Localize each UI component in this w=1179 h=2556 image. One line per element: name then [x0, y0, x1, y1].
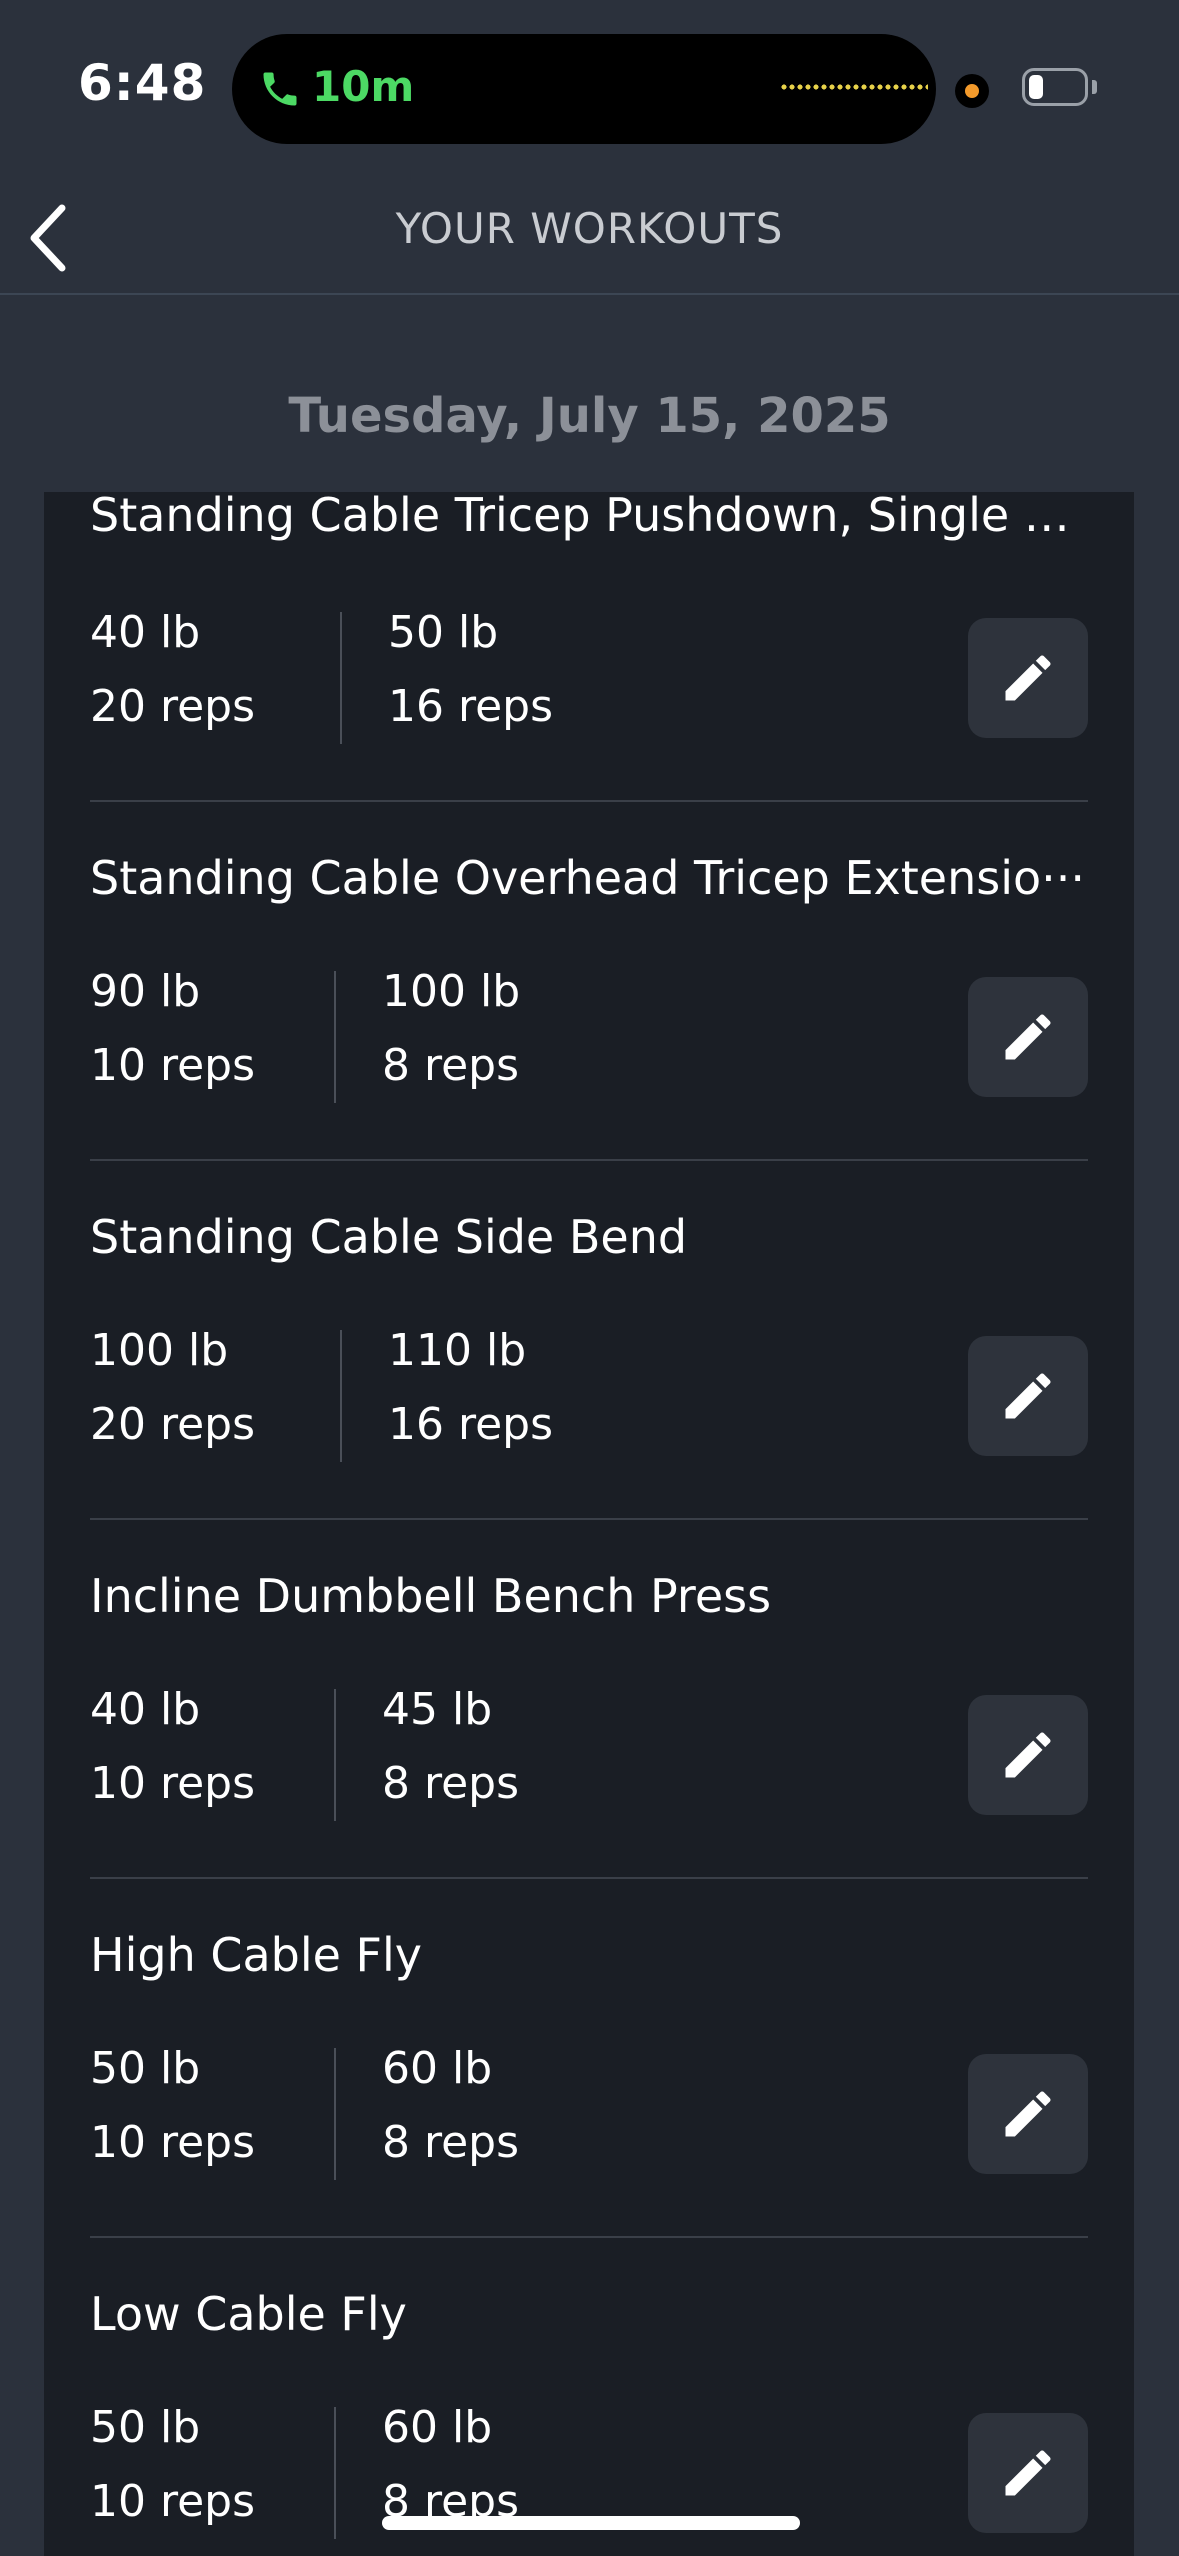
edit-button[interactable] — [968, 1695, 1088, 1815]
set-2: 50 lb 16 reps — [388, 596, 553, 744]
exercise-name: Standing Cable Overhead Tricep Extensio·… — [90, 851, 1086, 905]
set-weight: 50 lb — [90, 2402, 201, 2453]
row-divider — [90, 1518, 1088, 1520]
exercise-name: Standing Cable Tricep Pushdown, Single A… — [90, 492, 1088, 542]
camera-indicator-icon — [955, 74, 989, 108]
set-2: 100 lb 8 reps — [382, 955, 520, 1103]
set-1: 40 lb 20 reps — [90, 596, 255, 744]
set-weight: 100 lb — [382, 966, 521, 1017]
row-divider — [90, 2236, 1088, 2238]
set-divider — [334, 2048, 336, 2180]
pencil-icon — [1005, 2091, 1051, 2137]
set-reps: 10 reps — [90, 2117, 256, 2168]
exercise-name: High Cable Fly — [90, 1928, 423, 1982]
edit-button[interactable] — [968, 2054, 1088, 2174]
set-divider — [334, 1689, 336, 1821]
edit-button[interactable] — [968, 2413, 1088, 2533]
pencil-icon — [1005, 2450, 1051, 2496]
set-weight: 40 lb — [90, 607, 201, 658]
set-1: 50 lb 10 reps — [90, 2032, 255, 2180]
set-reps: 10 reps — [90, 2476, 256, 2527]
exercise-item: Incline Dumbbell Bench Press 40 lb 10 re… — [90, 1569, 1088, 1928]
status-time: 6:48 — [78, 54, 207, 112]
set-weight: 50 lb — [388, 607, 499, 658]
set-reps: 8 reps — [382, 2117, 520, 2168]
set-1: 100 lb 20 reps — [90, 1314, 255, 1462]
pencil-icon — [1005, 1014, 1051, 1060]
battery-level — [1029, 75, 1043, 99]
phone-icon — [263, 72, 297, 106]
exercise-name: Incline Dumbbell Bench Press — [90, 1569, 772, 1623]
set-weight: 50 lb — [90, 2043, 201, 2094]
audio-waveform — [780, 84, 928, 90]
date-heading: Tuesday, July 15, 2025 — [288, 388, 891, 444]
set-1: 40 lb 10 reps — [90, 1673, 255, 1821]
exercise-name: Standing Cable Side Bend — [90, 1210, 688, 1264]
pencil-icon — [1005, 1732, 1051, 1778]
pencil-icon — [1005, 655, 1051, 701]
set-1: 90 lb 10 reps — [90, 955, 255, 1103]
set-weight: 60 lb — [382, 2043, 493, 2094]
edit-button[interactable] — [968, 1336, 1088, 1456]
row-divider — [90, 1159, 1088, 1161]
set-weight: 100 lb — [90, 1325, 229, 1376]
set-reps: 8 reps — [382, 1758, 520, 1809]
set-reps: 10 reps — [90, 1758, 256, 1809]
status-bar: 6:48 10m — [0, 0, 1179, 180]
row-divider — [90, 1877, 1088, 1879]
call-duration: 10m — [312, 62, 415, 111]
set-weight: 45 lb — [382, 1684, 493, 1735]
set-weight: 90 lb — [90, 966, 201, 1017]
set-weight: 110 lb — [388, 1325, 527, 1376]
set-divider — [340, 1330, 342, 1462]
set-reps: 20 reps — [90, 681, 256, 732]
set-divider — [334, 971, 336, 1103]
home-indicator[interactable] — [382, 2516, 800, 2530]
workout-list[interactable]: Standing Cable Tricep Pushdown, Single A… — [44, 492, 1134, 2556]
set-weight: 60 lb — [382, 2402, 493, 2453]
set-reps: 20 reps — [90, 1399, 256, 1450]
set-reps: 8 reps — [382, 1040, 520, 1091]
exercise-item: Standing Cable Side Bend 100 lb 20 reps … — [90, 1210, 1088, 1569]
exercise-item: Standing Cable Overhead Tricep Extensio·… — [90, 851, 1088, 1210]
edit-button[interactable] — [968, 618, 1088, 738]
set-weight: 40 lb — [90, 1684, 201, 1735]
exercise-item: High Cable Fly 50 lb 10 reps 60 lb 8 rep… — [90, 1928, 1088, 2287]
set-2: 60 lb 8 reps — [382, 2032, 519, 2180]
edit-button[interactable] — [968, 977, 1088, 1097]
set-divider — [340, 612, 342, 744]
dynamic-island-call[interactable]: 10m — [232, 34, 936, 144]
row-divider — [90, 800, 1088, 802]
set-1: 50 lb 10 reps — [90, 2391, 255, 2539]
set-reps: 10 reps — [90, 1040, 256, 1091]
set-2: 110 lb 16 reps — [388, 1314, 553, 1462]
exercise-name: Low Cable Fly — [90, 2287, 407, 2341]
header-divider — [0, 293, 1179, 295]
exercise-item: Standing Cable Tricep Pushdown, Single A… — [90, 492, 1088, 851]
set-divider — [334, 2407, 336, 2539]
page-title: YOUR WORKOUTS — [395, 204, 784, 253]
battery-icon — [1022, 68, 1088, 106]
header: YOUR WORKOUTS — [0, 180, 1179, 294]
battery-cap — [1092, 80, 1097, 94]
set-2: 45 lb 8 reps — [382, 1673, 519, 1821]
set-reps: 16 reps — [388, 1399, 554, 1450]
set-reps: 16 reps — [388, 681, 554, 732]
pencil-icon — [1005, 1373, 1051, 1419]
